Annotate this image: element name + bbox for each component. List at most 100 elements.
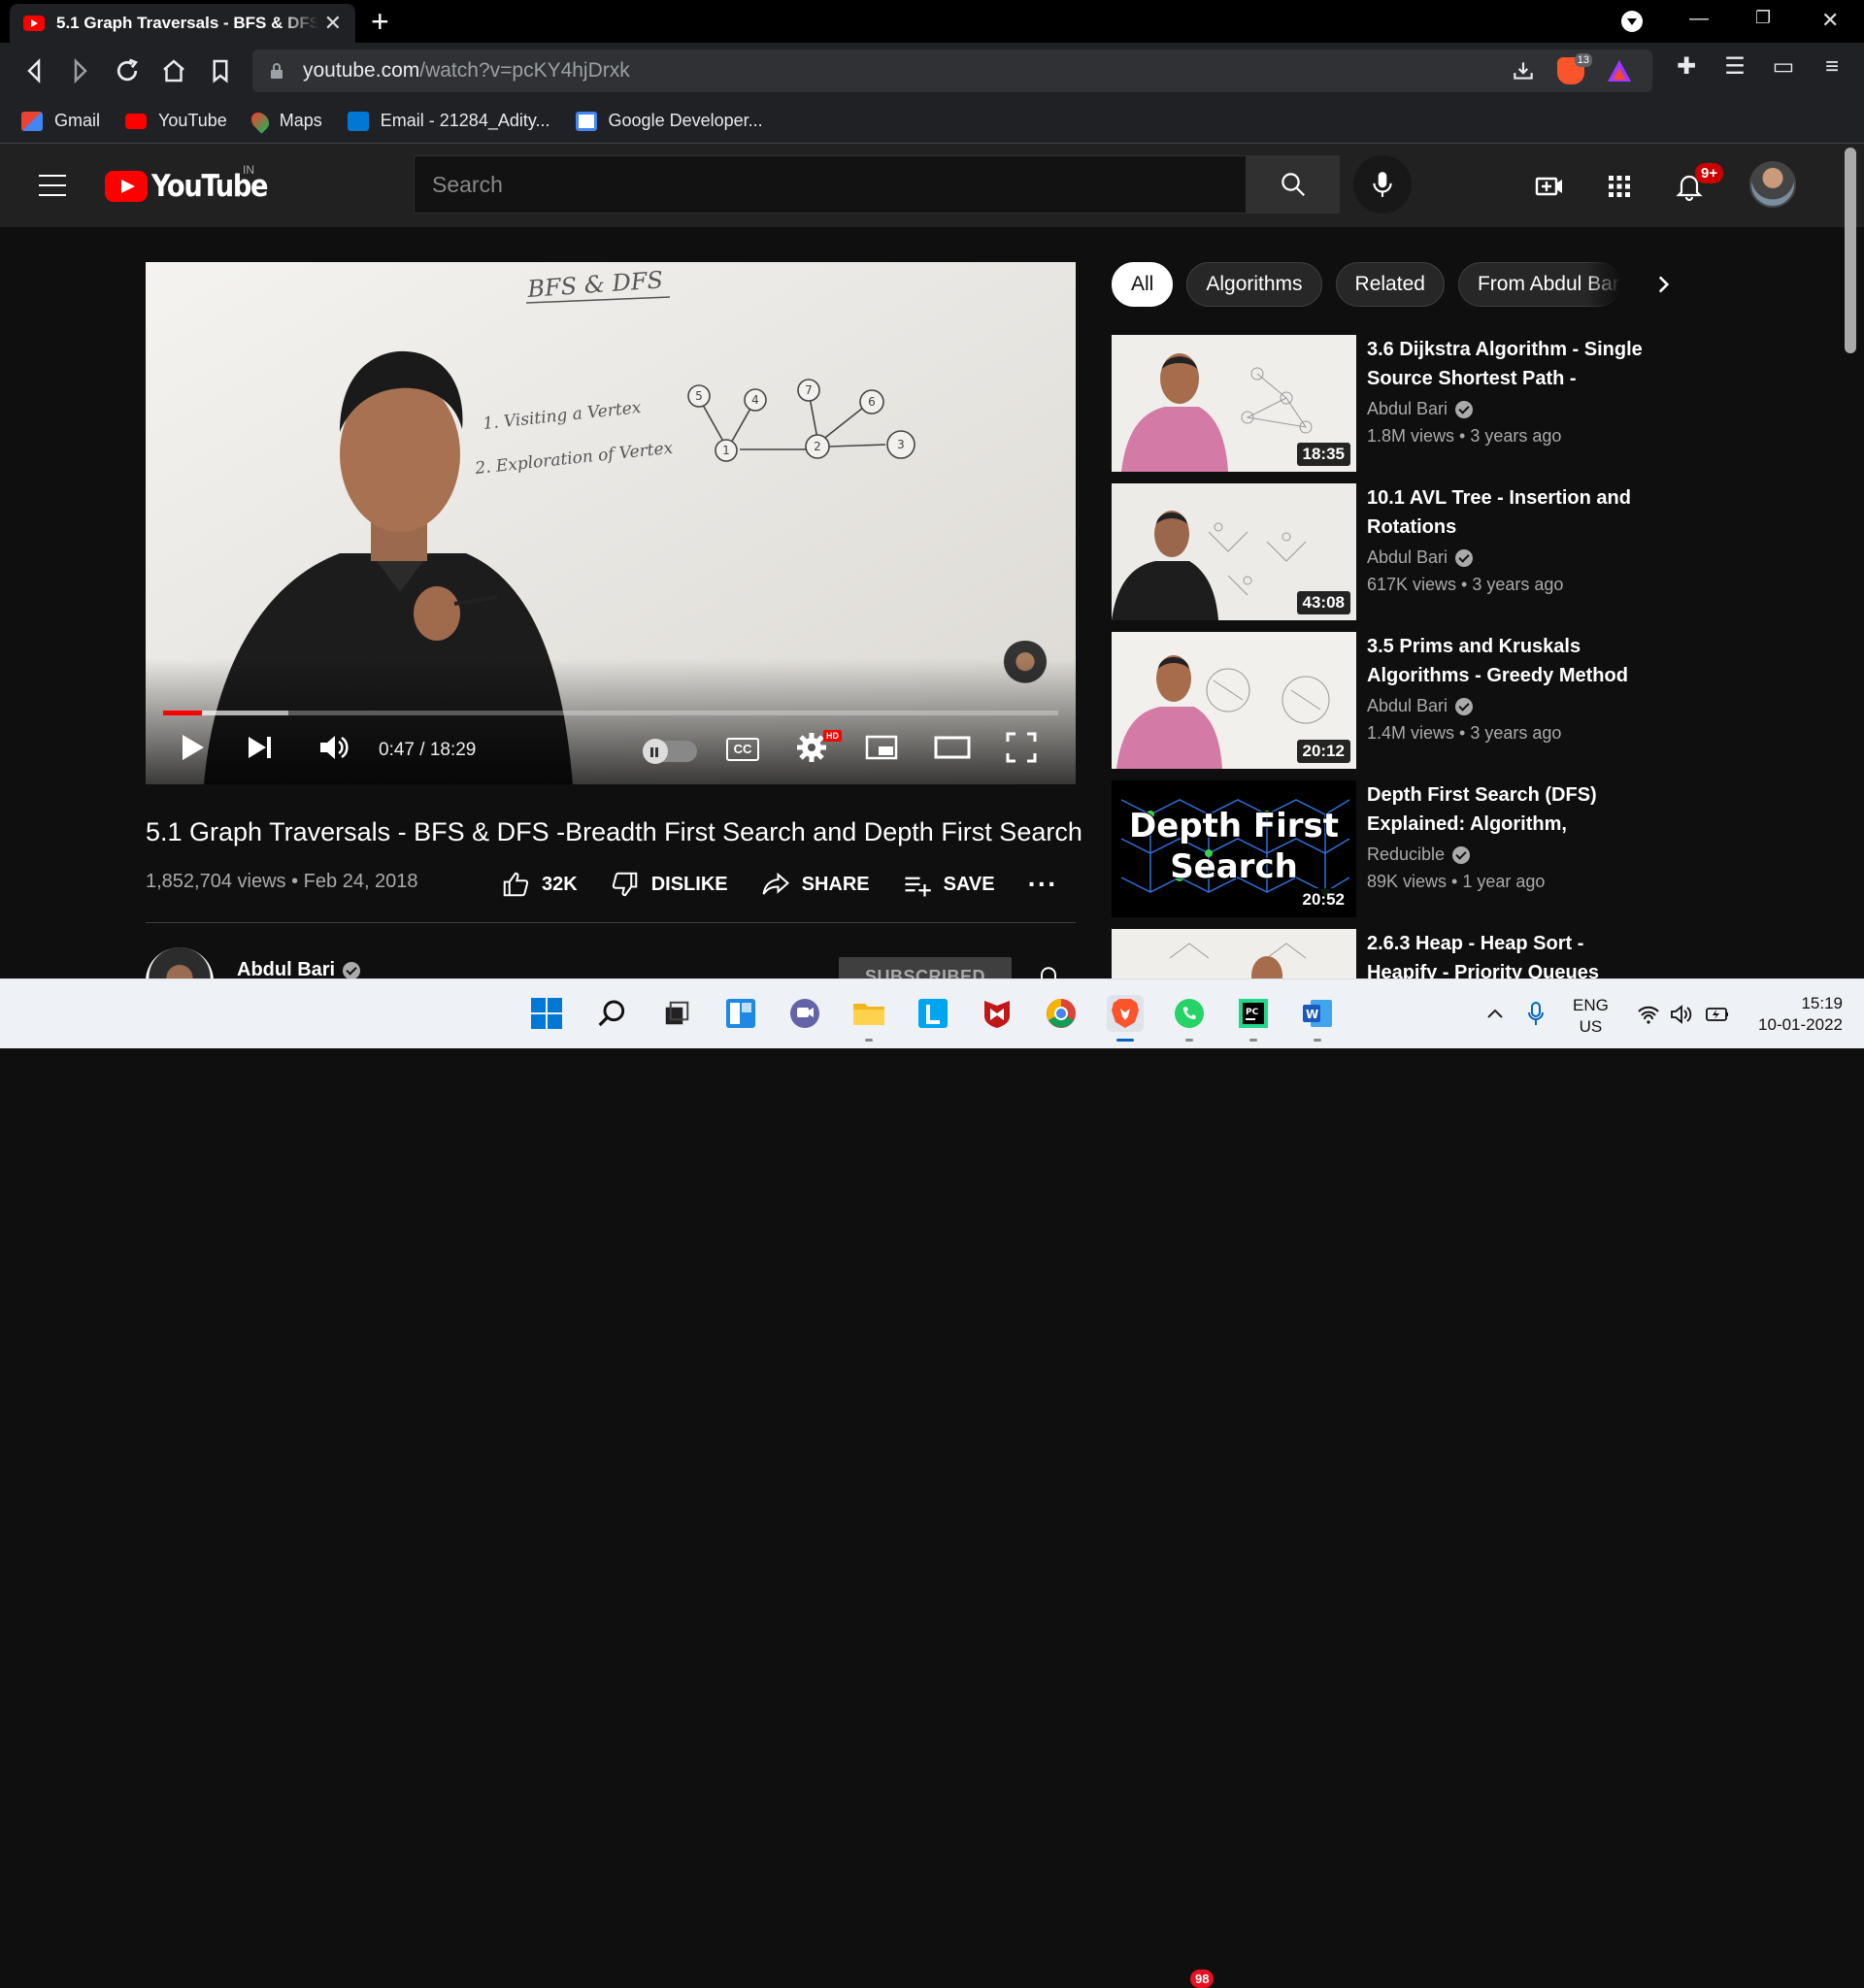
youtube-logo[interactable]: YouTube — [105, 169, 283, 204]
theater-mode-icon[interactable] — [934, 730, 971, 765]
chip-all[interactable]: All — [1112, 262, 1174, 307]
recommendation-title[interactable]: 2.6.3 Heap - Heap Sort - Heapify - Prior… — [1367, 929, 1655, 978]
chip-from-channel[interactable]: From Abdul Bari — [1457, 262, 1621, 307]
page-scrollbar-thumb[interactable] — [1845, 148, 1856, 353]
bookmark-google-developer[interactable]: Google Developer... — [575, 111, 763, 131]
extensions-puzzle-icon[interactable]: ✚ — [1674, 54, 1699, 80]
next-video-icon[interactable] — [243, 730, 278, 765]
more-actions-icon[interactable]: ··· — [1028, 871, 1058, 898]
microphone-tray-icon[interactable] — [1526, 1001, 1546, 1028]
address-bar[interactable]: youtube.com/watch?v=pcKY4hjDrxk 13 — [252, 50, 1652, 92]
recommendation-title[interactable]: 10.1 AVL Tree - Insertion and Rotations — [1367, 483, 1658, 542]
video-thumbnail[interactable]: 20:12 — [1112, 632, 1356, 769]
browser-menu-icon[interactable]: ≡ — [1819, 54, 1845, 80]
forward-icon[interactable] — [66, 56, 95, 85]
guide-menu-icon[interactable] — [39, 175, 66, 204]
brave-shields-icon[interactable]: 13 — [1557, 53, 1592, 84]
brave-rewards-icon[interactable] — [1606, 58, 1633, 83]
fullscreen-icon[interactable] — [1004, 730, 1039, 765]
input-language[interactable]: ENG US — [1573, 995, 1609, 1038]
bookmark-outlook-email[interactable]: Email - 21284_Adity... — [347, 111, 550, 131]
system-clock[interactable]: 15:19 10-01-2022 — [1746, 993, 1843, 1036]
account-avatar[interactable] — [1749, 161, 1796, 208]
recommendation-item[interactable]: 2.6.3 Heap - Heap Sort - Heapify - Prior… — [1112, 929, 1655, 978]
reload-icon[interactable] — [113, 56, 142, 85]
playlist-icon[interactable]: ☰ — [1722, 54, 1748, 80]
battery-charging-icon[interactable] — [1705, 1005, 1730, 1024]
chrome-button[interactable] — [1043, 995, 1080, 1032]
browser-profile-menu-icon[interactable] — [1621, 11, 1643, 32]
video-thumbnail[interactable]: 43:08 — [1112, 483, 1356, 620]
lock-icon[interactable] — [270, 63, 283, 79]
restore-window-icon[interactable]: ❐ — [1755, 8, 1771, 28]
like-button[interactable]: 32K — [501, 870, 578, 899]
install-app-icon[interactable] — [1511, 58, 1536, 83]
word-button[interactable]: W — [1299, 995, 1336, 1042]
search-button[interactable] — [1247, 155, 1340, 214]
verified-check-icon — [1452, 845, 1471, 864]
chip-related[interactable]: Related — [1335, 262, 1445, 307]
show-hidden-icons-chevron-icon[interactable] — [1485, 1005, 1505, 1024]
bookmark-icon[interactable] — [206, 56, 235, 85]
new-tab-button[interactable]: + — [371, 6, 389, 37]
wallet-icon[interactable]: ▭ — [1771, 54, 1796, 80]
recommendation-item[interactable]: 18:35 3.6 Dijkstra Algorithm - Single So… — [1112, 335, 1658, 472]
search-taskbar-button[interactable] — [594, 995, 631, 1032]
bookmark-maps[interactable]: Maps — [248, 108, 322, 134]
pycharm-button[interactable]: PC — [1235, 995, 1272, 1042]
tab-close-icon[interactable]: ✕ — [324, 11, 342, 36]
widgets-button[interactable] — [722, 995, 759, 1032]
recommendation-meta: 1.4M views • 3 years ago — [1367, 723, 1562, 743]
recommendation-item[interactable]: Depth First Search 20:52 Depth First Sea… — [1112, 780, 1658, 917]
close-window-icon[interactable]: ✕ — [1821, 8, 1839, 33]
share-arrow-icon — [762, 872, 789, 895]
task-view-button[interactable] — [658, 995, 695, 1032]
recommendation-item[interactable]: 43:08 10.1 AVL Tree - Insertion and Rota… — [1112, 483, 1658, 620]
share-button[interactable]: SHARE — [761, 870, 870, 899]
apps-grid-icon[interactable] — [1604, 171, 1635, 202]
recommendation-channel[interactable]: Abdul Bari — [1367, 696, 1474, 716]
video-thumbnail[interactable]: Depth First Search 20:52 — [1112, 780, 1356, 917]
video-player[interactable]: BFS & DFS 1. Visiting a Vertex 2. Explor… — [146, 262, 1076, 784]
home-icon[interactable] — [159, 56, 188, 85]
recommendation-channel[interactable]: Abdul Bari — [1367, 399, 1474, 419]
create-video-icon[interactable] — [1534, 171, 1565, 202]
autoplay-toggle[interactable] — [643, 739, 697, 764]
browser-tab-active[interactable]: 5.1 Graph Traversals - BFS & DFS - Bread… — [10, 4, 355, 43]
progress-bar[interactable] — [163, 711, 1058, 715]
file-explorer-button[interactable] — [850, 995, 887, 1042]
chips-next-chevron-icon[interactable] — [1650, 272, 1676, 297]
teams-chat-button[interactable] — [786, 995, 823, 1032]
minimize-window-icon[interactable]: — — [1689, 8, 1709, 30]
youtube-favicon-icon — [23, 16, 45, 31]
miniplayer-icon[interactable] — [864, 730, 899, 765]
app-l-button[interactable] — [915, 995, 951, 1032]
wifi-icon[interactable] — [1637, 1005, 1660, 1024]
bookmark-gmail[interactable]: Gmail — [21, 111, 100, 131]
whatsapp-button[interactable] — [1171, 995, 1208, 1042]
recommendation-title[interactable]: 3.5 Prims and Kruskals Algorithms - Gree… — [1367, 632, 1658, 690]
dislike-button[interactable]: DISLIKE — [611, 870, 728, 899]
recommendation-channel[interactable]: Abdul Bari — [1367, 547, 1474, 568]
voice-search-button[interactable] — [1353, 155, 1412, 214]
recommendation-item[interactable]: 20:12 3.5 Prims and Kruskals Algorithms … — [1112, 632, 1658, 769]
mcafee-button[interactable] — [979, 995, 1015, 1032]
captions-button[interactable]: CC — [726, 738, 759, 761]
brave-browser-button[interactable] — [1107, 995, 1144, 1042]
save-button[interactable]: SAVE — [903, 870, 995, 899]
play-button-icon[interactable] — [175, 730, 210, 765]
maps-pin-icon — [248, 108, 273, 134]
back-icon[interactable] — [19, 56, 49, 85]
search-icon — [598, 1000, 625, 1027]
video-thumbnail[interactable]: 18:35 — [1112, 335, 1356, 472]
recommendation-channel[interactable]: Reducible — [1367, 845, 1471, 865]
search-input[interactable]: Search — [414, 155, 1247, 214]
chip-algorithms[interactable]: Algorithms — [1186, 262, 1322, 307]
bookmark-youtube[interactable]: YouTube — [125, 111, 227, 131]
recommendation-title[interactable]: Depth First Search (DFS) Explained: Algo… — [1367, 780, 1658, 839]
start-button[interactable] — [528, 995, 565, 1032]
volume-icon[interactable] — [316, 730, 351, 765]
recommendation-title[interactable]: 3.6 Dijkstra Algorithm - Single Source S… — [1367, 335, 1658, 393]
video-thumbnail[interactable] — [1112, 929, 1356, 978]
speaker-icon[interactable] — [1670, 1005, 1693, 1024]
